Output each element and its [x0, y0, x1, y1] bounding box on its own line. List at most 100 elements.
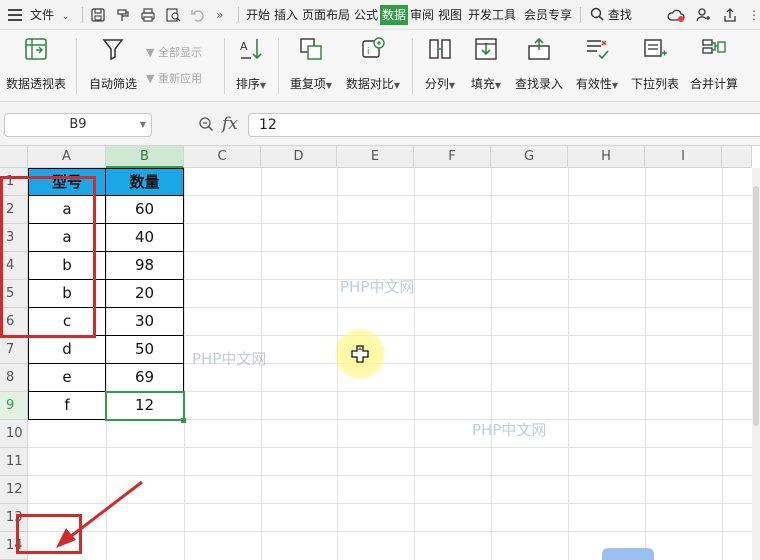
data-compare-icon: i [362, 37, 385, 58]
column-header-d[interactable]: D [261, 146, 337, 168]
menu-bar: 文件 ⌄ » 开始 插入 页面布局 公式 数据 审阅 视图 开发工具 会员专享 [0, 0, 760, 30]
tab-insert[interactable]: 插入 [274, 0, 298, 30]
row-header-7[interactable]: 7 [0, 336, 28, 364]
sort-button[interactable]: A 排序▼ [232, 36, 270, 92]
search-button[interactable]: 查找 [590, 0, 632, 30]
consolidate-button[interactable]: 合并计算 [688, 36, 740, 92]
column-header-i[interactable]: I [645, 146, 722, 168]
gridline [645, 168, 646, 560]
spreadsheet-grid[interactable]: A B C D E F G H I 1 2 3 4 5 6 7 8 9 10 1… [0, 146, 760, 560]
cell-b1[interactable]: 数量 [106, 168, 184, 196]
tab-review[interactable]: 审阅 [410, 0, 434, 30]
fill-handle[interactable] [181, 418, 186, 423]
divider [224, 38, 225, 94]
search-icon [590, 7, 604, 21]
column-header-g[interactable]: G [491, 146, 568, 168]
text-to-columns-label: 分列 [424, 77, 449, 91]
tab-formulas[interactable]: 公式 [354, 0, 378, 30]
cell-b6[interactable]: 30 [106, 308, 184, 336]
chevron-down-icon: ▼ [259, 81, 267, 90]
row-header-10[interactable]: 10 [0, 420, 28, 448]
split-columns-icon [429, 39, 451, 59]
gridline [414, 168, 415, 560]
duplicates-button[interactable]: 重复项▼ [286, 36, 336, 92]
show-all-label: 全部显示 [157, 46, 202, 59]
insert-function-button[interactable]: fx [222, 114, 238, 134]
divider [580, 7, 581, 23]
hamburger-menu-icon[interactable] [8, 0, 24, 30]
cell-b5[interactable]: 20 [106, 280, 184, 308]
data-validation-button[interactable]: 有效性▼ [572, 36, 622, 92]
tab-page-layout[interactable]: 页面布局 [302, 0, 350, 30]
column-header-b[interactable]: B [106, 146, 184, 168]
cell-a9[interactable]: f [28, 392, 106, 420]
row-header-8[interactable]: 8 [0, 364, 28, 392]
cell-b8[interactable]: 69 [106, 364, 184, 392]
duplicates-icon [300, 38, 322, 60]
cell-cursor-icon [351, 345, 369, 363]
show-all-button[interactable]: ▼ 全部显示 [146, 44, 202, 60]
active-cell-border [105, 391, 185, 421]
tab-view[interactable]: 视图 [438, 0, 462, 30]
file-menu-label: 文件 [30, 8, 55, 22]
chevron-down-icon: ▼ [393, 81, 401, 90]
data-validation-label: 有效性 [575, 77, 612, 91]
cell-a8[interactable]: e [28, 364, 106, 392]
autofilter-button[interactable]: 自动筛选 [86, 36, 140, 92]
name-box[interactable]: B9 ▼ [4, 113, 152, 137]
row-header-12[interactable]: 12 [0, 476, 28, 504]
column-header-f[interactable]: F [414, 146, 491, 168]
formula-input[interactable]: 12 [248, 113, 760, 137]
tab-member[interactable]: 会员专享 [524, 0, 572, 30]
autofilter-label: 自动筛选 [88, 77, 137, 91]
row-header-11[interactable]: 11 [0, 448, 28, 476]
column-header-a[interactable]: A [28, 146, 106, 168]
pivot-table-button[interactable]: 数据透视表 [4, 36, 68, 92]
annotation-highlight-box [0, 176, 96, 338]
pivot-table-label: 数据透视表 [5, 77, 66, 91]
funnel-icon: ▼ [146, 46, 155, 59]
file-menu[interactable]: 文件 ⌄ [30, 0, 69, 30]
more-options-icon[interactable]: ⋮ [748, 0, 760, 30]
name-box-value: B9 [69, 117, 87, 132]
column-header-c[interactable]: C [184, 146, 261, 168]
column-header-h[interactable]: H [568, 146, 645, 168]
pivot-table-icon [25, 38, 47, 60]
consolidate-icon [702, 39, 726, 54]
reapply-button[interactable]: ▼ 重新应用 [146, 70, 202, 86]
select-all-corner[interactable] [0, 146, 28, 168]
tab-data[interactable]: 数据 [380, 5, 409, 25]
data-compare-button[interactable]: i 数据对比▼ [342, 36, 404, 92]
more-tools-icon[interactable]: » [216, 0, 223, 30]
svg-text:A: A [240, 40, 248, 53]
cell-b2[interactable]: 60 [106, 196, 184, 224]
column-header-overflow[interactable] [722, 146, 752, 168]
tab-home[interactable]: 开始 [246, 0, 270, 30]
sort-icon: A [240, 39, 262, 60]
divider [238, 7, 239, 23]
fill-button[interactable]: 填充▼ [466, 36, 506, 92]
cell-b3[interactable]: 40 [106, 224, 184, 252]
search-label: 查找 [607, 8, 632, 22]
fill-down-icon [475, 38, 497, 60]
chevron-down-icon: ▼ [611, 81, 619, 90]
vertical-scrollbar-thumb[interactable] [753, 186, 759, 426]
divider [82, 7, 83, 23]
cell-b7[interactable]: 50 [106, 336, 184, 364]
row-header-9[interactable]: 9 [0, 392, 28, 420]
cell-b4[interactable]: 98 [106, 252, 184, 280]
zoom-icon[interactable] [198, 116, 214, 132]
svg-text:i: i [367, 47, 370, 57]
chevron-down-icon: ▼ [494, 81, 502, 90]
lookup-entry-icon [528, 37, 550, 60]
dropdown-list-icon [644, 39, 667, 57]
cell-a7[interactable]: d [28, 336, 106, 364]
gridline [568, 168, 569, 560]
column-header-e[interactable]: E [337, 146, 414, 168]
dropdown-list-button[interactable]: 下拉列表 [628, 36, 682, 92]
divider [278, 38, 279, 94]
text-to-columns-button[interactable]: 分列▼ [420, 36, 460, 92]
lookup-entry-button[interactable]: 查找录入 [512, 36, 566, 92]
sheet-scroll-indicator[interactable] [602, 548, 654, 560]
tab-developer[interactable]: 开发工具 [468, 0, 516, 30]
